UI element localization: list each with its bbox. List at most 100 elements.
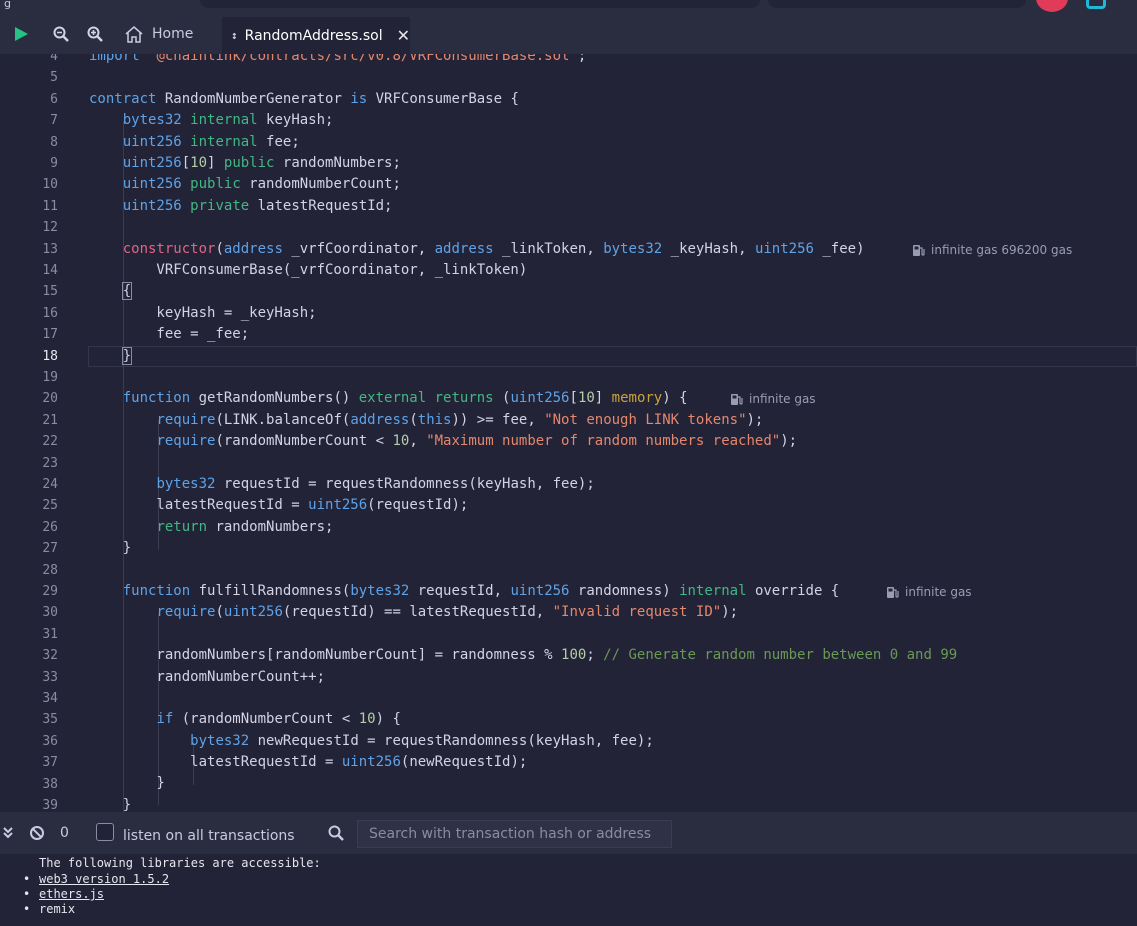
code-editor[interactable]: 4 5 6 7 8 9 10 11 12 13 14 15 16 17 18 1… (0, 54, 1137, 812)
line-number: 7 (50, 113, 58, 128)
code-line: function fulfillRandomness(bytes32 reque… (122, 583, 840, 599)
terminal-toolbar: 0 listen on all transactions (0, 812, 1137, 854)
line-number: 8 (50, 135, 58, 150)
line-number: 29 (42, 584, 58, 599)
tab-active-label: RandomAddress.sol (244, 27, 383, 44)
line-number: 34 (42, 691, 58, 706)
home-icon (125, 26, 143, 43)
line-number: 12 (42, 220, 58, 235)
gas-pump-icon (887, 586, 899, 598)
code-line: latestRequestId = uint256(requestId); (89, 497, 469, 513)
code-line: } (121, 347, 133, 365)
close-icon[interactable]: ✕ (397, 26, 410, 45)
line-number: 38 (42, 777, 58, 792)
code-line: } (89, 775, 165, 791)
code-line: uint256 internal fee; (122, 134, 300, 150)
line-number: 30 (42, 605, 58, 620)
line-number: 14 (42, 263, 58, 278)
gas-hint-text: infinite gas 696200 gas (931, 243, 1073, 257)
library-link-ethers[interactable]: ethers.js (39, 887, 104, 901)
code-line: bytes32 internal keyHash; (122, 112, 334, 128)
library-list: web3 version 1.5.2 ethers.js remix (0, 872, 169, 917)
code-line: bytes32 newRequestId = requestRandomness… (190, 733, 654, 749)
list-item: remix (23, 902, 169, 917)
tab-home[interactable]: Home (112, 14, 212, 54)
listen-all-checkbox[interactable] (96, 823, 114, 841)
line-number: 37 (42, 755, 58, 770)
clear-terminal-button[interactable] (29, 812, 45, 854)
top-strip: g (0, 0, 1137, 14)
line-number-current: 18 (42, 349, 58, 364)
line-number: 22 (42, 434, 58, 449)
zoom-out-icon (53, 26, 69, 42)
code-line: uint256[10] public randomNumbers; (122, 155, 401, 171)
line-number: 20 (42, 391, 58, 406)
current-line-highlight (88, 346, 1137, 367)
search-icon (328, 825, 344, 841)
run-button[interactable] (8, 14, 34, 54)
code-line: bytes32 requestId = requestRandomness(ke… (156, 476, 595, 492)
library-link-web3[interactable]: web3 version 1.5.2 (39, 872, 169, 886)
line-number: 17 (42, 327, 58, 342)
code-line: } (89, 797, 132, 812)
zoom-in-icon (87, 26, 103, 42)
line-number: 11 (42, 199, 58, 214)
terminal-intro: The following libraries are accessible: (39, 856, 321, 870)
code-line: uint256 public randomNumberCount; (122, 176, 401, 192)
collapse-terminal-button[interactable] (2, 812, 14, 854)
gas-hint-fulfill-randomness: infinite gas (886, 585, 972, 599)
cyan-icon[interactable] (1086, 0, 1106, 9)
line-number: 25 (42, 498, 58, 513)
top-strip-mark: g (4, 0, 11, 10)
code-line: constructor(address _vrfCoordinator, add… (122, 241, 865, 257)
gas-hint-constructor: infinite gas 696200 gas (912, 243, 1072, 257)
code-line: randomNumbers[randomNumberCount] = rando… (89, 647, 958, 663)
line-number: 28 (42, 563, 58, 578)
code-line: { (121, 282, 133, 300)
zoom-out-button[interactable] (48, 14, 74, 54)
line-number: 4 (50, 54, 58, 64)
tab-random-address-sol[interactable]: RandomAddress.sol ✕ (222, 17, 410, 54)
line-number: 15 (42, 284, 58, 299)
play-icon (15, 27, 28, 41)
code-line: keyHash = _keyHash; (89, 305, 317, 321)
avatar[interactable] (1036, 0, 1068, 12)
gas-pump-icon (913, 244, 925, 256)
line-number: 33 (42, 670, 58, 685)
transaction-search-input[interactable] (357, 820, 672, 848)
library-remix: remix (39, 902, 76, 916)
code-line: contract RandomNumberGenerator is VRFCon… (89, 91, 519, 107)
line-number: 19 (42, 370, 58, 385)
line-number: 6 (50, 92, 58, 107)
search-button[interactable] (328, 812, 344, 854)
solidity-icon (232, 32, 237, 39)
code-line: function getRandomNumbers() external ret… (122, 390, 688, 406)
zoom-in-button[interactable] (82, 14, 108, 54)
line-number: 27 (42, 541, 58, 556)
code-line: require(randomNumberCount < 10, "Maximum… (156, 433, 798, 449)
listen-all-label: listen on all transactions (123, 828, 295, 844)
line-number: 5 (50, 70, 58, 85)
code-line: require(LINK.balanceOf(address(this)) >=… (156, 412, 764, 428)
line-number: 26 (42, 520, 58, 535)
list-item: ethers.js (23, 887, 169, 902)
line-number: 31 (42, 627, 58, 642)
editor-tab-bar: Home RandomAddress.sol ✕ (0, 14, 1137, 54)
list-item: web3 version 1.5.2 (23, 872, 169, 887)
line-number: 13 (42, 242, 58, 257)
line-number: 16 (42, 306, 58, 321)
top-strip-pill (200, 0, 760, 8)
pending-transactions-count: 0 (60, 825, 69, 841)
code-line: return randomNumbers; (156, 519, 334, 535)
gas-hint-text: infinite gas (905, 585, 972, 599)
line-number: 35 (42, 712, 58, 727)
tab-home-label: Home (152, 26, 194, 42)
line-number: 32 (42, 648, 58, 663)
line-number: 10 (42, 177, 58, 192)
code-line: latestRequestId = uint256(newRequestId); (89, 754, 528, 770)
line-number: 24 (42, 477, 58, 492)
code-line: } (89, 540, 132, 556)
gas-pump-icon (731, 393, 743, 405)
code-line: VRFConsumerBase(_vrfCoordinator, _linkTo… (89, 262, 528, 278)
code-line: require(uint256(requestId) == latestRequ… (156, 604, 739, 620)
